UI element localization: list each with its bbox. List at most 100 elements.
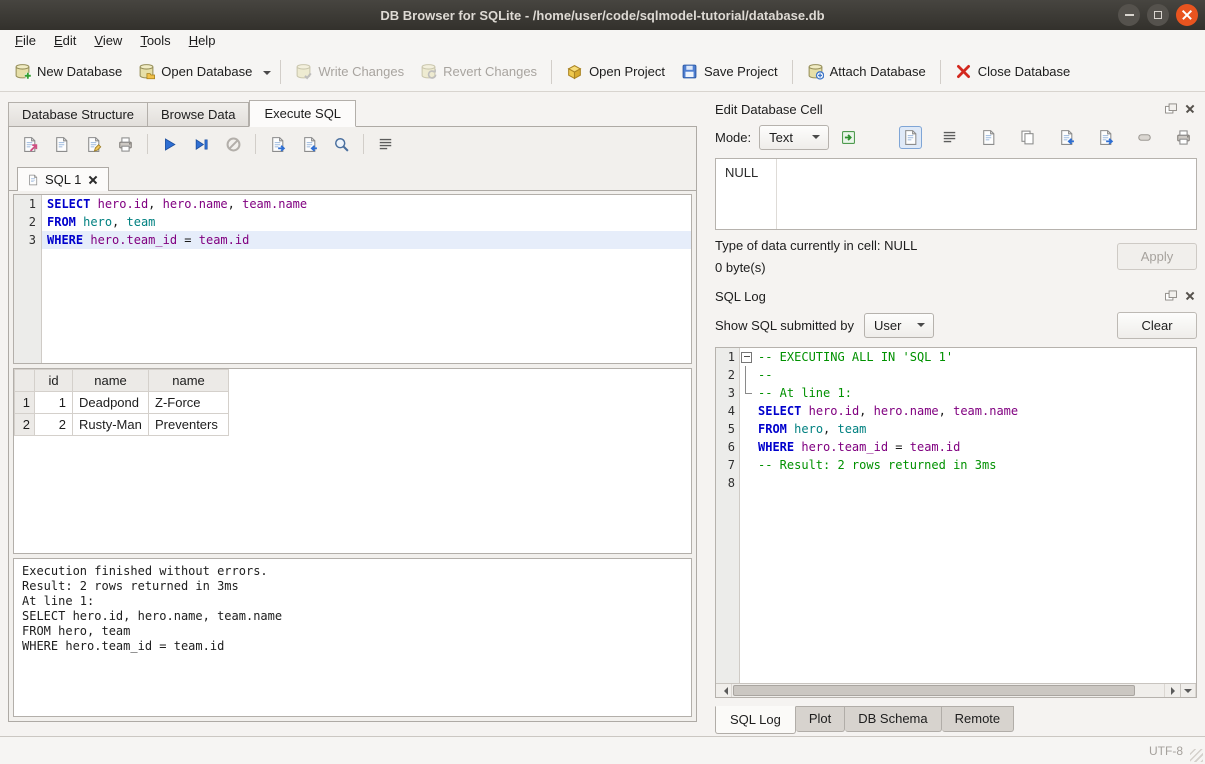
scroll-right-icon[interactable] xyxy=(1164,684,1180,697)
sql-log-text[interactable]: 1 2 3 4 5 6 7 8 xyxy=(716,348,1196,683)
close-button[interactable] xyxy=(1176,4,1198,26)
save-sql-as-icon[interactable] xyxy=(85,136,102,153)
cell[interactable]: 1 xyxy=(35,392,73,414)
horizontal-scrollbar[interactable] xyxy=(716,683,1196,697)
open-file-icon[interactable] xyxy=(977,126,1000,149)
execute-all-icon[interactable] xyxy=(161,136,178,153)
tab-execute-sql[interactable]: Execute SQL xyxy=(249,100,356,127)
sql-editor[interactable]: 1 2 3 SELECT hero.id, hero.name, team.na… xyxy=(13,194,692,364)
corner-header xyxy=(15,370,35,392)
cell[interactable]: Rusty-Man xyxy=(73,414,149,436)
menu-edit[interactable]: Edit xyxy=(45,31,85,51)
editor-code[interactable]: SELECT hero.id, hero.name, team.name FRO… xyxy=(42,195,691,363)
edit-cell-title: Edit Database Cell xyxy=(715,102,1159,117)
cell[interactable]: Deadpond xyxy=(73,392,149,414)
tab-sql-log[interactable]: SQL Log xyxy=(715,706,796,734)
word-wrap-icon[interactable] xyxy=(938,126,961,149)
cell[interactable]: Preventers xyxy=(149,414,229,436)
text-mode-icon[interactable] xyxy=(899,126,922,149)
tab-remote[interactable]: Remote xyxy=(942,706,1015,732)
submitter-select[interactable]: User xyxy=(864,313,934,338)
mode-select[interactable]: Text xyxy=(759,125,829,150)
attach-database-button[interactable]: Attach Database xyxy=(799,57,934,86)
open-sql-file-icon[interactable] xyxy=(21,136,38,153)
open-project-button[interactable]: Open Project xyxy=(558,57,673,86)
cell[interactable]: Z-Force xyxy=(149,392,229,414)
print-icon[interactable] xyxy=(117,136,134,153)
save-project-icon xyxy=(681,63,698,80)
log-line-numbers: 1 2 3 4 5 6 7 8 xyxy=(716,348,740,683)
cell[interactable]: 2 xyxy=(35,414,73,436)
column-header-id[interactable]: id xyxy=(35,370,73,392)
import-icon[interactable] xyxy=(301,136,318,153)
sql-tab-close-icon[interactable] xyxy=(87,174,99,186)
log-line: SELECT hero.id, hero.name, team.name xyxy=(753,402,1196,420)
fold-collapse-icon[interactable] xyxy=(740,348,753,366)
dock-float-icon[interactable] xyxy=(1163,289,1178,303)
tab-db-schema[interactable]: DB Schema xyxy=(845,706,941,732)
sql-file-tab[interactable]: SQL 1 xyxy=(17,167,109,191)
export-data-icon[interactable] xyxy=(1094,126,1117,149)
import-data-icon[interactable] xyxy=(1055,126,1078,149)
menu-file[interactable]: File xyxy=(6,31,45,51)
tab-plot[interactable]: Plot xyxy=(796,706,845,732)
tab-database-structure[interactable]: Database Structure xyxy=(8,102,148,127)
window-controls xyxy=(1118,4,1198,26)
scrollbar-track[interactable] xyxy=(732,684,1164,697)
scroll-down-icon[interactable] xyxy=(1180,684,1196,697)
clear-button[interactable]: Clear xyxy=(1117,312,1197,339)
import-apply-icon[interactable] xyxy=(837,126,860,149)
save-sql-file-icon[interactable] xyxy=(53,136,70,153)
dock-float-icon[interactable] xyxy=(1163,102,1178,116)
filter-label: Show SQL submitted by xyxy=(715,318,854,333)
cell-type-info: Type of data currently in cell: NULL xyxy=(715,238,917,253)
sql-toolbar xyxy=(9,127,696,161)
cell-value-editor[interactable]: NULL xyxy=(715,158,1197,230)
dock-close-icon[interactable] xyxy=(1182,289,1197,303)
row-header[interactable]: 1 xyxy=(15,392,35,414)
maximize-icon xyxy=(1154,11,1162,19)
tab-browse-data[interactable]: Browse Data xyxy=(148,102,249,127)
output-line: Result: 2 rows returned in 3ms xyxy=(22,579,683,594)
set-null-icon[interactable] xyxy=(1133,126,1156,149)
code-line: SELECT hero.id, hero.name, team.name xyxy=(42,195,691,213)
execution-output[interactable]: Execution finished without errors. Resul… xyxy=(13,558,692,717)
cell-value: NULL xyxy=(725,165,758,180)
copy-icon[interactable] xyxy=(1016,126,1039,149)
open-database-button[interactable]: Open Database xyxy=(130,57,260,86)
log-line: WHERE hero.team_id = team.id xyxy=(753,438,1196,456)
dock-close-icon[interactable] xyxy=(1182,102,1197,116)
find-replace-icon[interactable] xyxy=(333,136,350,153)
title-bar: DB Browser for SQLite - /home/user/code/… xyxy=(0,0,1205,30)
menu-tools[interactable]: Tools xyxy=(131,31,179,51)
results-grid: id name name 1 1 Deadpond Z-Force 2 xyxy=(13,368,692,554)
row-header[interactable]: 2 xyxy=(15,414,35,436)
close-database-button[interactable]: Close Database xyxy=(947,57,1079,86)
menu-help[interactable]: Help xyxy=(180,31,225,51)
execute-current-line-icon[interactable] xyxy=(193,136,210,153)
toolbar-separator xyxy=(147,134,148,154)
print-icon[interactable] xyxy=(1172,126,1195,149)
mode-label: Mode: xyxy=(715,130,751,145)
minimize-button[interactable] xyxy=(1118,4,1140,26)
output-line: WHERE hero.team_id = team.id xyxy=(22,639,683,654)
toolbar-separator xyxy=(255,134,256,154)
column-header-name[interactable]: name xyxy=(149,370,229,392)
new-database-button[interactable]: New Database xyxy=(6,57,130,86)
left-panel: Database Structure Browse Data Execute S… xyxy=(0,92,705,736)
open-database-dropdown[interactable] xyxy=(260,60,274,84)
column-header-name[interactable]: name xyxy=(73,370,149,392)
scrollbar-thumb[interactable] xyxy=(733,685,1135,696)
resize-grip[interactable] xyxy=(1190,749,1203,762)
word-wrap-icon[interactable] xyxy=(377,136,394,153)
cell-size-info: 0 byte(s) xyxy=(715,260,917,275)
menu-view[interactable]: View xyxy=(85,31,131,51)
export-icon[interactable] xyxy=(269,136,286,153)
sql-tab-label: SQL 1 xyxy=(45,172,81,187)
maximize-button[interactable] xyxy=(1147,4,1169,26)
scroll-left-icon[interactable] xyxy=(716,684,732,697)
encoding-indicator: UTF-8 xyxy=(1149,744,1183,758)
sql-log-title: SQL Log xyxy=(715,289,1159,304)
save-project-button[interactable]: Save Project xyxy=(673,57,786,86)
log-line: -- EXECUTING ALL IN 'SQL 1' xyxy=(753,348,1196,366)
